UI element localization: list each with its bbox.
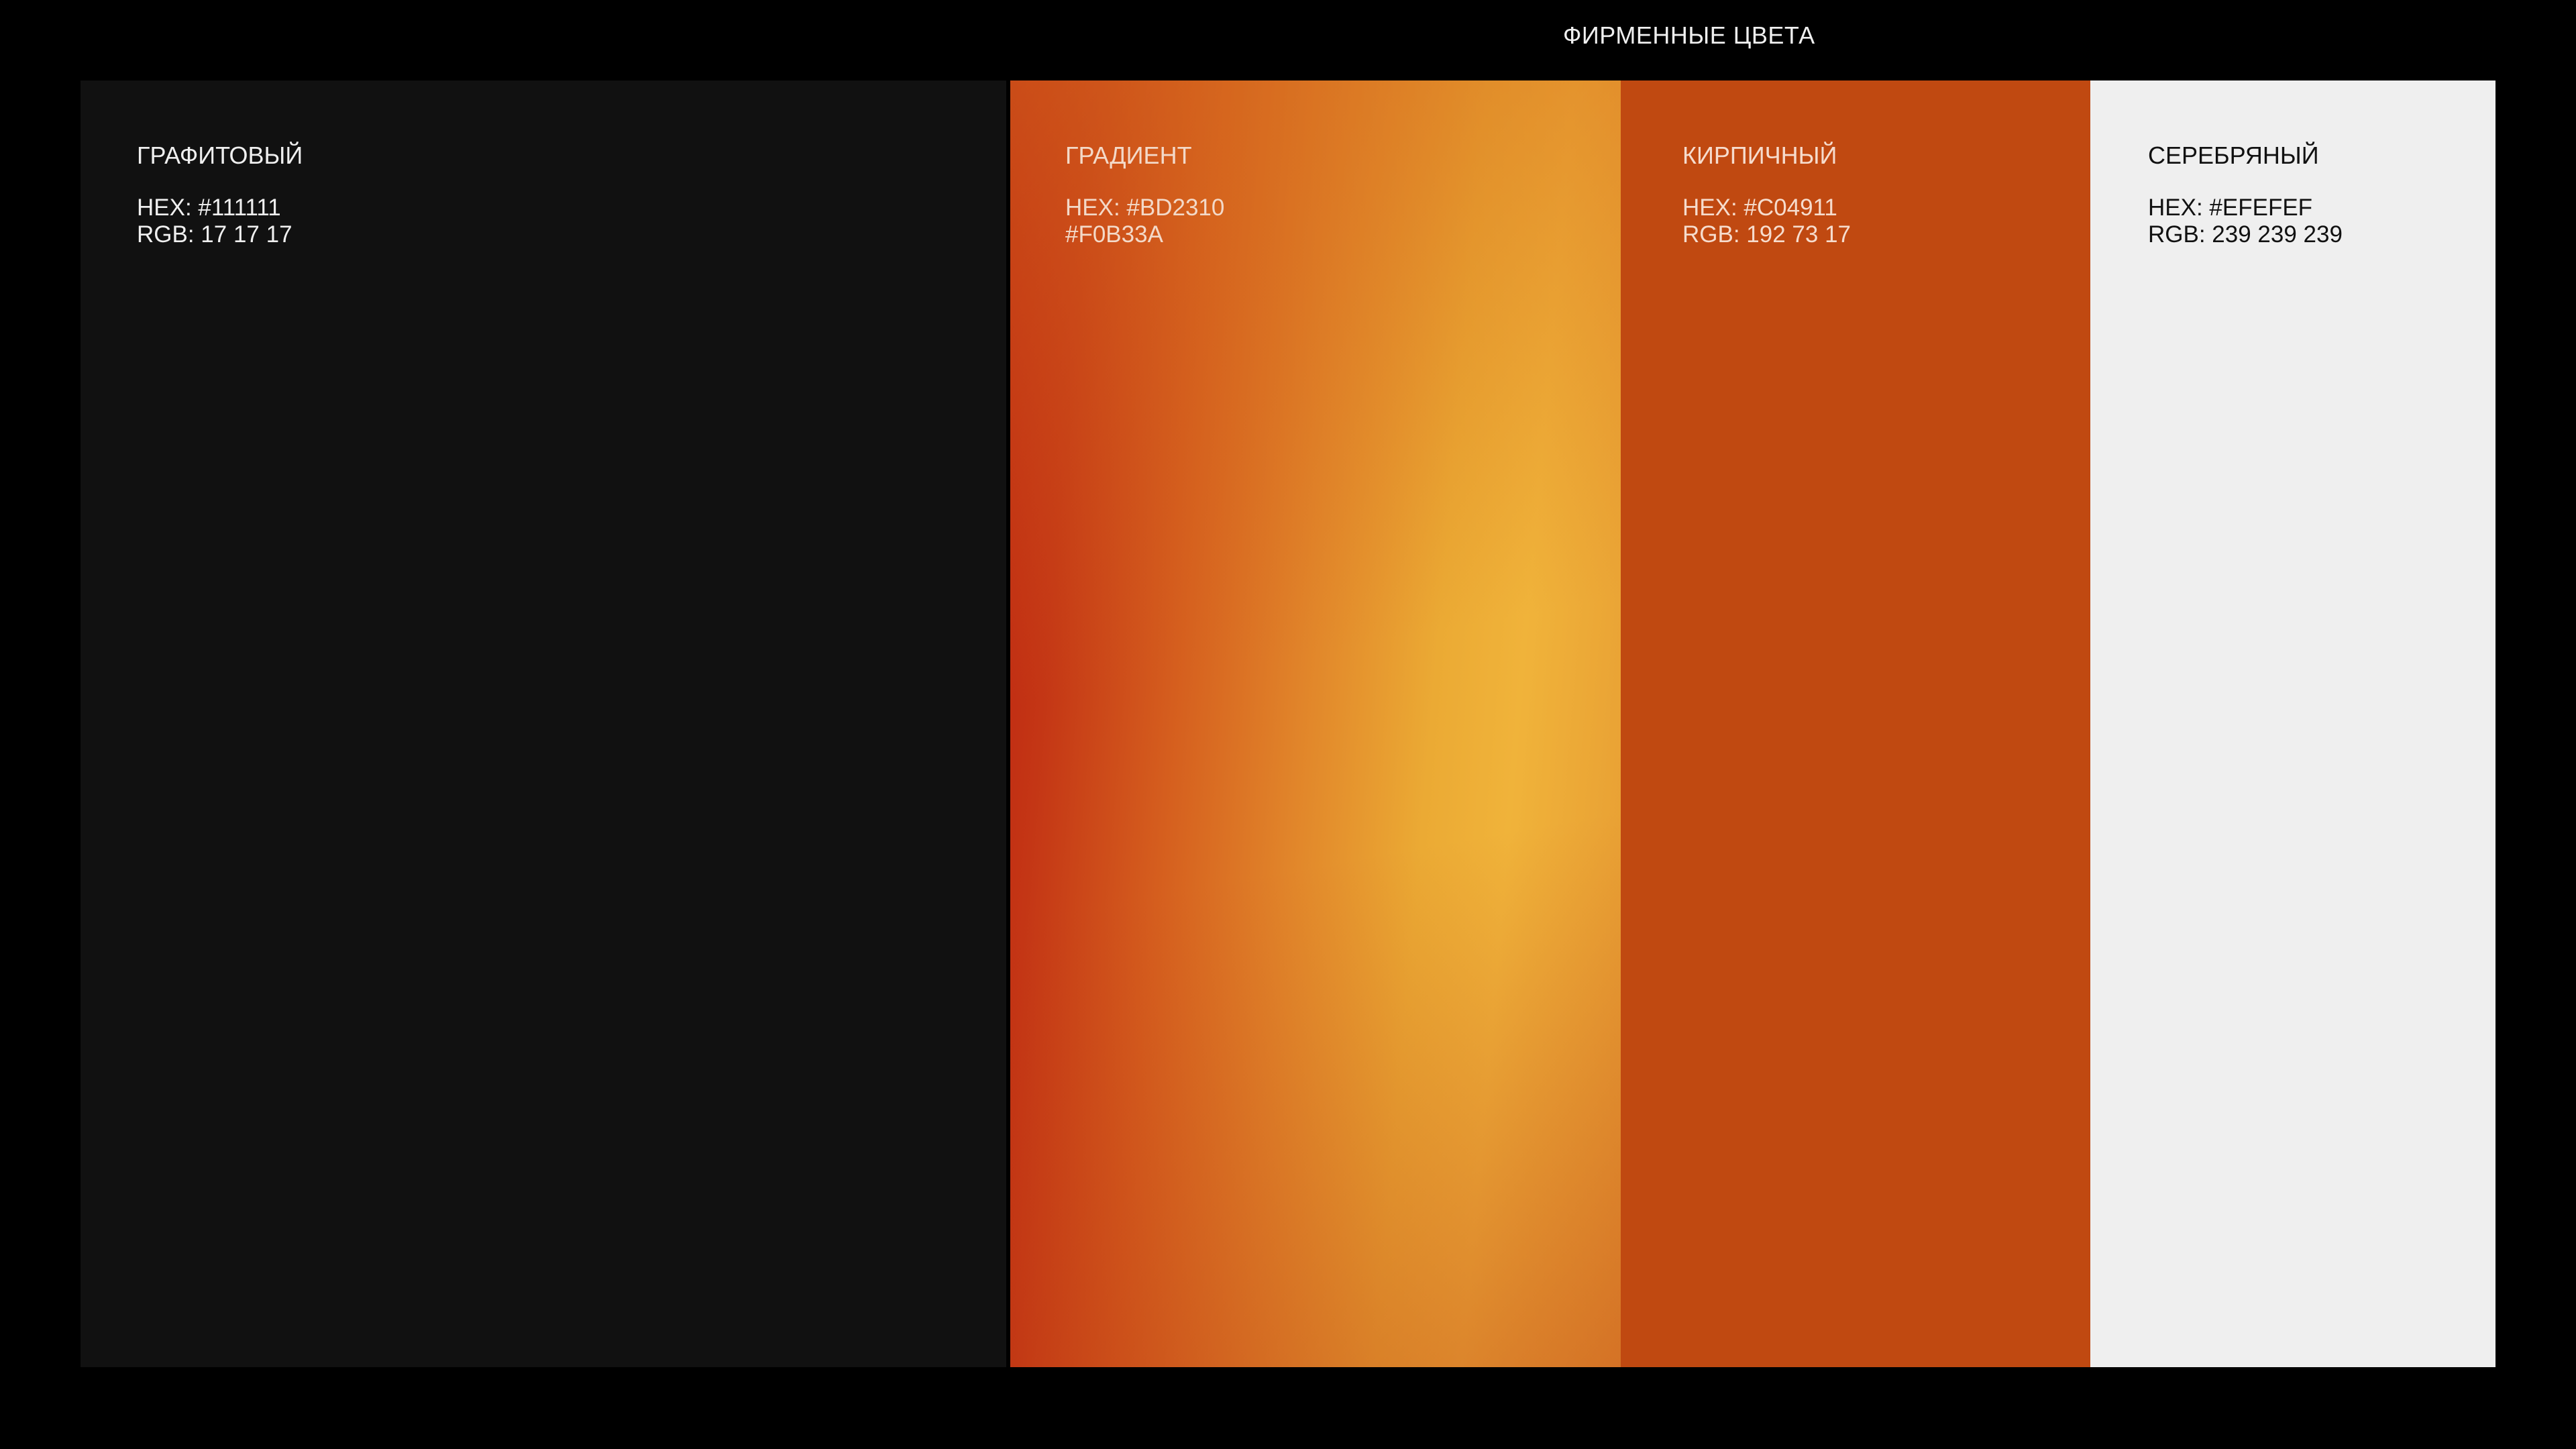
swatch-label-block: ГРАДИЕНТ HEX: #BD2310 #F0B33A xyxy=(1065,141,1224,248)
swatch-label-block: СЕРЕБРЯНЫЙ HEX: #EFEFEF RGB: 239 239 239 xyxy=(2148,141,2343,248)
swatch-silver: СЕРЕБРЯНЫЙ HEX: #EFEFEF RGB: 239 239 239 xyxy=(2090,80,2496,1367)
swatch-hex: HEX: #BD2310 xyxy=(1065,195,1225,221)
swatch-hex-secondary: #F0B33A xyxy=(1065,221,1163,248)
swatch-rgb: RGB: 192 73 17 xyxy=(1682,221,1851,248)
swatch-hex: HEX: #EFEFEF xyxy=(2148,195,2313,221)
swatch-name: ГРАДИЕНТ xyxy=(1065,142,1192,169)
swatch-brick: КИРПИЧНЫЙ HEX: #C04911 RGB: 192 73 17 xyxy=(1621,80,2090,1367)
page-title: ФИРМЕННЫЕ ЦВЕТА xyxy=(1563,21,1815,49)
swatch-graphite: ГРАФИТОВЫЙ HEX: #111111 RGB: 17 17 17 xyxy=(80,80,1006,1367)
swatch-label-block: КИРПИЧНЫЙ HEX: #C04911 RGB: 192 73 17 xyxy=(1682,141,1851,248)
swatch-gradient: ГРАДИЕНТ HEX: #BD2310 #F0B33A xyxy=(1010,80,1621,1367)
swatch-label-block: ГРАФИТОВЫЙ HEX: #111111 RGB: 17 17 17 xyxy=(137,141,303,248)
swatch-rgb: RGB: 17 17 17 xyxy=(137,221,292,248)
color-palette-board: ГРАФИТОВЫЙ HEX: #111111 RGB: 17 17 17 ГР… xyxy=(80,80,2496,1367)
swatch-name: КИРПИЧНЫЙ xyxy=(1682,142,1837,169)
swatch-name: СЕРЕБРЯНЫЙ xyxy=(2148,142,2319,169)
swatch-rgb: RGB: 239 239 239 xyxy=(2148,221,2343,248)
swatch-hex: HEX: #C04911 xyxy=(1682,195,1837,221)
swatch-name: ГРАФИТОВЫЙ xyxy=(137,142,303,169)
swatch-hex: HEX: #111111 xyxy=(137,195,281,221)
